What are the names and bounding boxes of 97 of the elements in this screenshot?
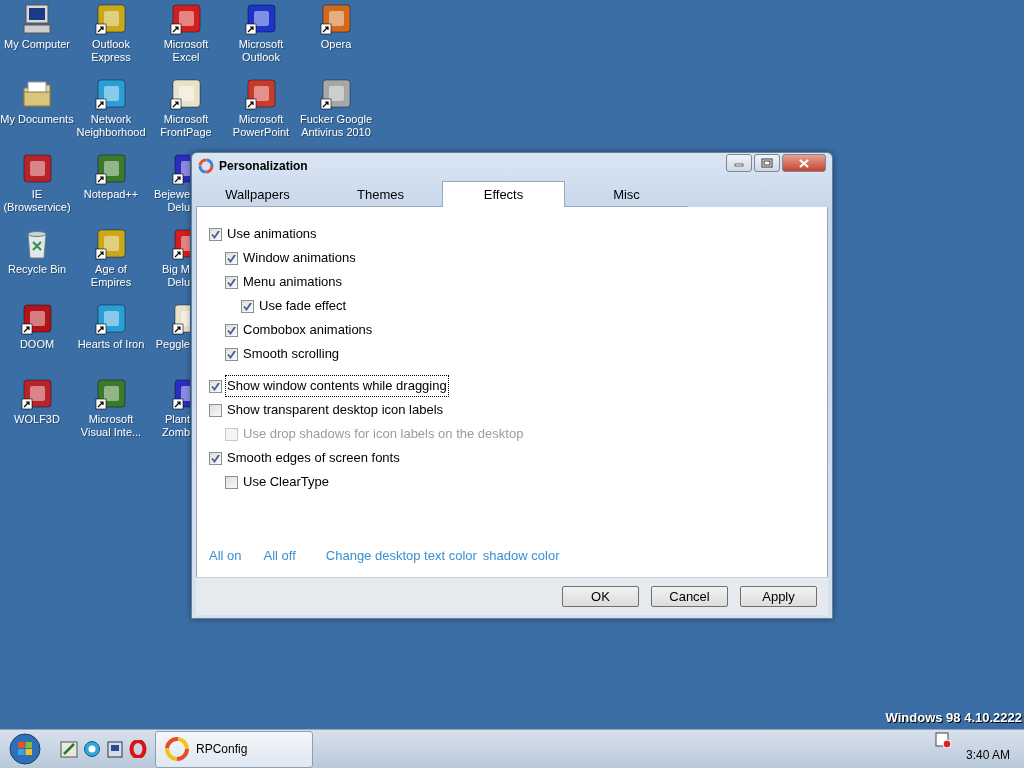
dialog-button[interactable]: Apply <box>740 586 817 607</box>
folder-icon <box>21 78 53 110</box>
shortcut-icon <box>95 3 127 35</box>
shortcut-icon <box>245 78 277 110</box>
app-icon[interactable] <box>60 740 78 758</box>
checkbox[interactable] <box>209 379 222 393</box>
icon-label[interactable]: My Computer <box>4 38 70 51</box>
computer-icon <box>21 3 53 35</box>
checkbox-label[interactable]: Show transparent desktop icon labels <box>226 400 445 420</box>
icon-label[interactable]: Age of Empires <box>90 263 132 289</box>
icon-label[interactable]: Fucker Google Antivirus 2010 <box>299 113 373 139</box>
tray-icon[interactable] <box>933 731 952 749</box>
shortcut-icon <box>95 303 127 335</box>
shortcut-icon <box>170 78 202 110</box>
link[interactable]: All on <box>209 545 242 565</box>
checkbox-label[interactable]: Show window contents while dragging <box>226 376 448 396</box>
icon-label[interactable]: Plant Zomb <box>161 413 190 439</box>
globe-icon[interactable] <box>83 740 101 758</box>
checkbox[interactable] <box>225 275 238 289</box>
minimize-button[interactable] <box>726 154 752 172</box>
icon-label[interactable]: Bejewe Delu <box>153 188 190 214</box>
version-text: Windows 98 4.10.2222 <box>885 708 1022 727</box>
checkbox[interactable] <box>225 475 238 489</box>
checkbox-label[interactable]: Window animations <box>242 248 357 268</box>
shortcut-icon <box>172 378 190 410</box>
checkbox[interactable] <box>225 323 238 337</box>
icon-label[interactable]: My Documents <box>0 113 74 126</box>
icon-label[interactable]: Recycle Bin <box>7 263 67 276</box>
icon-label[interactable]: Microsoft Outlook <box>238 38 284 64</box>
ring-logo-icon <box>164 736 190 762</box>
clock-text[interactable]: 3:40 AM <box>965 746 1010 764</box>
shortcut-icon <box>172 303 190 335</box>
icon-label[interactable]: WOLF3D <box>14 413 60 426</box>
shortcut-icon <box>172 228 190 260</box>
close-button[interactable] <box>782 154 826 172</box>
icon-label[interactable]: Outlook Express <box>91 38 131 64</box>
icon-label[interactable]: DOOM <box>19 338 55 351</box>
checkmark-icon <box>227 253 236 263</box>
ring-icon[interactable] <box>129 740 147 758</box>
checkbox[interactable] <box>209 403 222 417</box>
icon-label[interactable]: Notepad++ <box>83 188 139 201</box>
icon-label[interactable]: Microsoft Visual Inte... <box>80 413 142 439</box>
shortcut-icon <box>21 303 53 335</box>
checkmark-icon <box>211 453 220 463</box>
icon-label[interactable]: Microsoft FrontPage <box>160 113 212 139</box>
checkbox-label[interactable]: Menu animations <box>242 272 343 292</box>
ring-logo-icon <box>198 158 214 174</box>
checkbox[interactable] <box>225 347 238 361</box>
checkbox-label[interactable]: Combobox animations <box>242 320 374 340</box>
checkbox-label[interactable]: Smooth scrolling <box>242 344 341 364</box>
maximize-icon <box>761 158 773 168</box>
tab[interactable]: Effects <box>442 181 565 207</box>
icon-label[interactable]: Big M Delu <box>161 263 190 289</box>
link[interactable]: Change desktop text color <box>325 545 477 565</box>
shortcut-icon <box>320 78 352 110</box>
icon-label[interactable]: Microsoft Excel <box>163 38 209 64</box>
windows-logo-icon <box>8 732 42 766</box>
checkbox-label[interactable]: Smooth edges of screen fonts <box>226 448 401 468</box>
checkbox-label[interactable]: Use ClearType <box>242 472 330 492</box>
checkbox[interactable] <box>209 451 222 465</box>
icon-label[interactable]: Peggle <box>155 338 190 351</box>
dialog-button[interactable]: OK <box>562 586 639 607</box>
dialog-button[interactable]: Cancel <box>651 586 728 607</box>
app-icon <box>21 153 53 185</box>
checkbox[interactable] <box>225 251 238 265</box>
checkbox-label[interactable]: Use fade effect <box>258 296 348 316</box>
checkmark-icon <box>243 301 252 311</box>
app-icon[interactable] <box>106 740 124 758</box>
checkbox[interactable] <box>241 299 254 313</box>
icon-label[interactable]: IE (Browservice) <box>3 188 71 214</box>
icon-label[interactable]: Microsoft PowerPoint <box>232 113 290 139</box>
close-icon <box>799 158 809 168</box>
shortcut-icon <box>172 153 190 185</box>
maximize-button[interactable] <box>754 154 780 172</box>
window-title: Personalization <box>219 158 308 175</box>
link[interactable]: shadow color <box>482 545 560 565</box>
shortcut-icon <box>21 378 53 410</box>
shortcut-icon <box>95 153 127 185</box>
shortcut-icon <box>95 378 127 410</box>
checkbox-label[interactable]: Use animations <box>226 224 318 244</box>
checkbox[interactable] <box>209 227 222 241</box>
taskbar-button[interactable]: RPConfig <box>155 730 313 768</box>
icon-label[interactable]: Hearts of Iron <box>77 338 145 351</box>
checkbox-label: Use drop shadows for icon labels on the desktop <box>242 425 525 444</box>
icon-label[interactable]: Opera <box>320 38 352 51</box>
shortcut-icon <box>245 3 277 35</box>
checkmark-icon <box>227 325 236 335</box>
checkmark-icon <box>211 229 220 239</box>
shortcut-icon <box>170 3 202 35</box>
checkmark-icon <box>227 277 236 287</box>
shortcut-icon <box>320 3 352 35</box>
checkmark-icon <box>227 349 236 359</box>
shortcut-icon <box>95 228 127 260</box>
link[interactable]: All off <box>263 545 296 565</box>
icon-label[interactable]: Network Neighborhood <box>76 113 146 139</box>
checkmark-icon <box>211 381 220 391</box>
shortcut-icon <box>95 78 127 110</box>
